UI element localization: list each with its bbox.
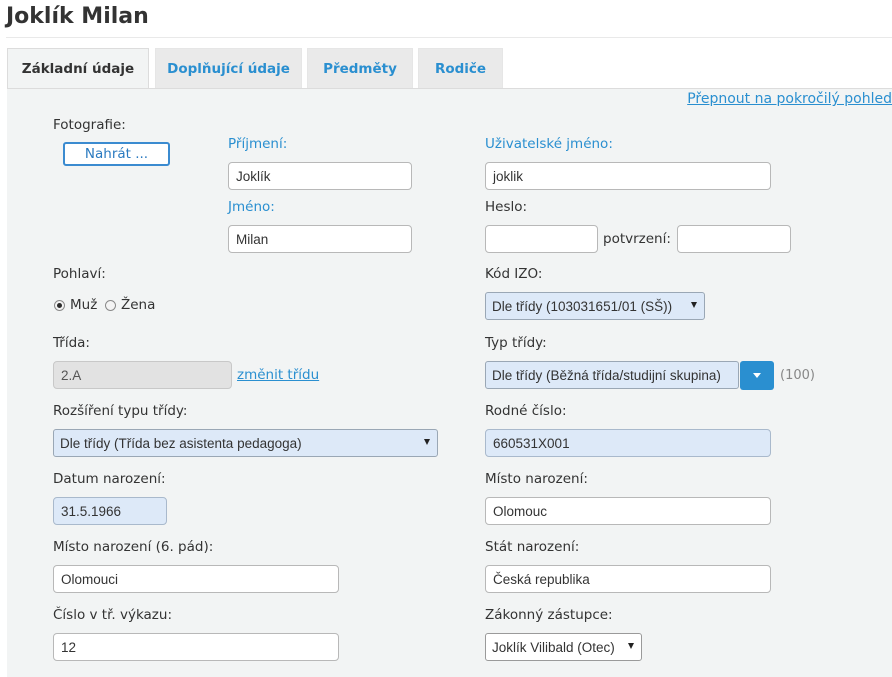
izo-select-value: Dle třídy (103031651/01 (SŠ)) <box>492 298 673 314</box>
birth-number-label: Rodné číslo: <box>485 403 567 419</box>
class-type-label: Typ třídy: <box>485 335 547 351</box>
birth-place-locative-input[interactable]: Olomouci <box>53 565 339 593</box>
birth-place-label: Místo narození: <box>485 471 588 487</box>
birth-place-locative-label: Místo narození (6. pád): <box>53 539 214 555</box>
class-type-ext-label: Rozšíření typu třídy: <box>53 403 188 419</box>
page-title: Joklík Milan <box>6 4 149 29</box>
class-label: Třída: <box>53 335 90 351</box>
title-divider <box>6 37 892 38</box>
photo-label: Fotografie: <box>53 117 126 133</box>
password-label: Heslo: <box>485 199 528 215</box>
birth-date-label: Datum narození: <box>53 471 166 487</box>
tab-basic-info[interactable]: Základní údaje <box>7 48 149 89</box>
izo-label: Kód IZO: <box>485 266 543 282</box>
password-confirm-label: potvrzení: <box>603 231 671 247</box>
first-name-label: Jméno: <box>228 199 275 215</box>
gender-female-radio[interactable] <box>105 300 116 311</box>
birth-country-label: Stát narození: <box>485 539 580 555</box>
class-type-ext-select[interactable]: Dle třídy (Třída bez asistenta pedagoga) <box>53 429 438 457</box>
guardian-select-value: Joklík Vilibald (Otec) <box>492 639 615 655</box>
surname-label: Příjmení: <box>228 136 288 152</box>
class-type-dropdown-button[interactable] <box>740 361 774 390</box>
gender-label: Pohlaví: <box>53 266 106 282</box>
tab-subjects[interactable]: Předměty <box>307 48 413 88</box>
password-confirm-input[interactable] <box>677 225 791 253</box>
class-type-count: (100) <box>780 368 815 383</box>
tab-additional-info[interactable]: Doplňující údaje <box>155 48 302 88</box>
first-name-input[interactable]: Milan <box>228 225 412 253</box>
username-label: Uživatelské jméno: <box>485 136 613 152</box>
guardian-select[interactable]: Joklík Vilibald (Otec) <box>485 633 642 661</box>
gender-male-label[interactable]: Muž <box>70 297 97 313</box>
chevron-down-icon <box>424 439 430 445</box>
chevron-down-icon <box>628 643 634 649</box>
birth-date-input[interactable]: 31.5.1966 <box>53 497 167 525</box>
tab-parents[interactable]: Rodiče <box>418 48 503 88</box>
change-class-link[interactable]: změnit třídu <box>237 367 319 383</box>
birth-number-input[interactable]: 660531X001 <box>485 429 771 457</box>
switch-advanced-view-link[interactable]: Přepnout na pokročilý pohled <box>687 91 892 107</box>
izo-select[interactable]: Dle třídy (103031651/01 (SŠ)) <box>485 292 705 320</box>
password-input[interactable] <box>485 225 598 253</box>
class-type-ext-select-value: Dle třídy (Třída bez asistenta pedagoga) <box>60 435 302 451</box>
class-input: 2.A <box>53 361 232 389</box>
gender-male-radio[interactable] <box>54 300 65 311</box>
upload-photo-button[interactable]: Nahrát ... <box>63 142 170 166</box>
class-type-select-value: Dle třídy (Běžná třída/studijní skupina) <box>492 367 721 383</box>
username-input[interactable]: joklik <box>485 162 771 190</box>
chevron-down-icon <box>753 373 761 378</box>
chevron-down-icon <box>691 302 697 308</box>
class-type-select[interactable]: Dle třídy (Běžná třída/studijní skupina) <box>485 361 739 389</box>
register-number-input[interactable]: 12 <box>53 633 339 661</box>
gender-female-label[interactable]: Žena <box>121 297 155 313</box>
birth-place-input[interactable]: Olomouc <box>485 497 771 525</box>
birth-country-input[interactable]: Česká republika <box>485 565 771 593</box>
surname-input[interactable]: Joklík <box>228 162 412 190</box>
register-number-label: Číslo v tř. výkazu: <box>53 607 173 623</box>
guardian-label: Zákonný zástupce: <box>485 607 613 623</box>
